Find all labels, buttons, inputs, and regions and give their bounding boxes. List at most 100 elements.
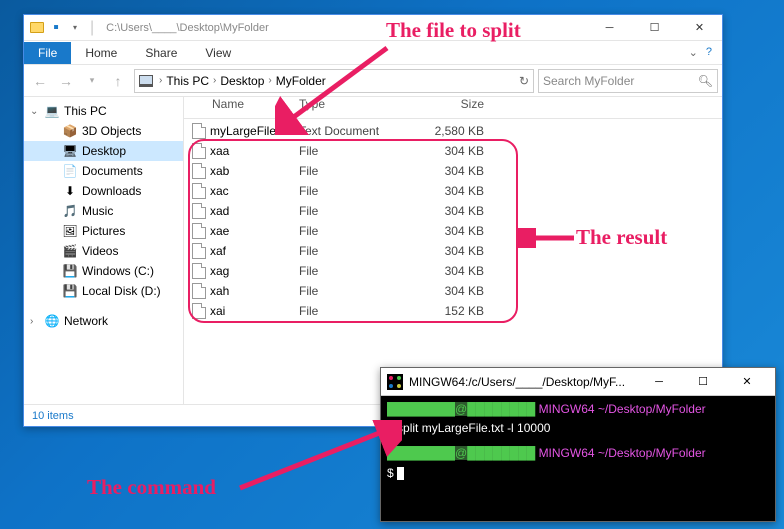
- file-row[interactable]: xacFile304 KB: [184, 181, 722, 201]
- file-type: File: [299, 244, 404, 258]
- file-row[interactable]: xaeFile304 KB: [184, 221, 722, 241]
- tab-share[interactable]: Share: [131, 42, 191, 64]
- sidebar-item-windows-c-[interactable]: 💾 Windows (C:): [24, 261, 183, 281]
- annotation-command: The command: [87, 475, 216, 500]
- file-row[interactable]: xabFile304 KB: [184, 161, 722, 181]
- ribbon-expand-icon[interactable]: ⌄: [689, 46, 698, 59]
- column-header-name[interactable]: Name: [184, 97, 299, 118]
- column-header-size[interactable]: Size: [404, 97, 504, 118]
- breadcrumb-segment[interactable]: MyFolder: [274, 74, 328, 88]
- file-name: xac: [210, 184, 229, 198]
- file-type: File: [299, 264, 404, 278]
- titlebar: ▪ ▾ | C:\Users\____\Desktop\MyFolder ─ ☐…: [24, 15, 722, 41]
- file-size: 304 KB: [404, 144, 504, 158]
- close-button[interactable]: ✕: [677, 15, 722, 41]
- terminal-body[interactable]: ████████@████████ MINGW64 ~/Desktop/MyFo…: [381, 396, 775, 487]
- terminal-title: MINGW64:/c/Users/____/Desktop/MyF...: [409, 375, 625, 389]
- file-type: File: [299, 184, 404, 198]
- terminal-cursor: [397, 467, 404, 480]
- minimize-button[interactable]: ─: [587, 15, 632, 41]
- file-size: 2,580 KB: [404, 124, 504, 138]
- sidebar-item-label: Network: [64, 314, 108, 328]
- ribbon-tabs: File Home Share View ⌄ ?: [24, 41, 722, 65]
- downloads-icon: ⬇: [62, 183, 78, 199]
- file-type: File: [299, 164, 404, 178]
- sidebar-item-local-disk-d-[interactable]: 💾 Local Disk (D:): [24, 281, 183, 301]
- file-name: xad: [210, 204, 229, 218]
- file-row[interactable]: myLargeFileText Document2,580 KB: [184, 121, 722, 141]
- file-size: 304 KB: [404, 264, 504, 278]
- terminal-close-button[interactable]: ✕: [725, 368, 769, 396]
- drive-icon: 💾: [62, 263, 78, 279]
- file-size: 304 KB: [404, 224, 504, 238]
- file-size: 152 KB: [404, 304, 504, 318]
- refresh-icon[interactable]: ↻: [519, 74, 529, 88]
- breadcrumb-segment[interactable]: This PC: [164, 74, 211, 88]
- file-explorer-window: ▪ ▾ | C:\Users\____\Desktop\MyFolder ─ ☐…: [23, 14, 723, 427]
- sidebar-item-label: Local Disk (D:): [82, 284, 161, 298]
- file-row[interactable]: xaaFile304 KB: [184, 141, 722, 161]
- file-icon: [192, 123, 206, 139]
- sidebar-item-label: Windows (C:): [82, 264, 154, 278]
- file-icon: [192, 183, 206, 199]
- search-icon: 🔍︎: [698, 74, 713, 88]
- terminal-maximize-button[interactable]: ☐: [681, 368, 725, 396]
- sidebar-item-label: Desktop: [82, 144, 126, 158]
- sidebar-item-music[interactable]: 🎵Music: [24, 201, 183, 221]
- docs-icon: 📄: [62, 163, 78, 179]
- file-size: 304 KB: [404, 204, 504, 218]
- file-icon: [192, 283, 206, 299]
- tab-view[interactable]: View: [191, 42, 245, 64]
- qat-dropdown-icon[interactable]: ▾: [67, 20, 83, 36]
- file-row[interactable]: xaiFile152 KB: [184, 301, 722, 321]
- file-row[interactable]: xaf File304 KB: [184, 241, 722, 261]
- qat-icon[interactable]: ▪: [48, 20, 64, 36]
- sidebar-item-network[interactable]: ›🌐Network: [24, 311, 183, 331]
- nav-back-button[interactable]: ←: [28, 69, 52, 93]
- file-icon: [192, 143, 206, 159]
- mingw-icon: [387, 374, 403, 390]
- search-input[interactable]: Search MyFolder 🔍︎: [538, 69, 718, 93]
- tab-home[interactable]: Home: [71, 42, 131, 64]
- sidebar-item-label: This PC: [64, 104, 107, 118]
- terminal-titlebar: MINGW64:/c/Users/____/Desktop/MyF... ─ ☐…: [381, 368, 775, 396]
- sidebar-item-documents[interactable]: 📄 Documents: [24, 161, 183, 181]
- file-size: 304 KB: [404, 244, 504, 258]
- terminal-user-host: ████████@████████: [387, 446, 535, 460]
- sidebar-item-desktop[interactable]: 🖥Desktop: [24, 141, 183, 161]
- breadcrumb[interactable]: › This PC › Desktop › MyFolder ↻: [134, 69, 534, 93]
- sidebar-item-label: Documents: [82, 164, 143, 178]
- navbar: ← → ▾ ↑ › This PC › Desktop › MyFolder ↻…: [24, 65, 722, 97]
- help-icon[interactable]: ?: [706, 46, 712, 59]
- pc-icon: 💻: [44, 103, 60, 119]
- terminal-user-host: ████████@████████: [387, 402, 535, 416]
- file-row[interactable]: xagFile304 KB: [184, 261, 722, 281]
- tab-file[interactable]: File: [24, 42, 71, 64]
- sidebar-item-label: Pictures: [82, 224, 125, 238]
- drive-icon: 💾: [62, 283, 78, 299]
- nav-up-button[interactable]: ↑: [106, 69, 130, 93]
- file-type: File: [299, 304, 404, 318]
- maximize-button[interactable]: ☐: [632, 15, 677, 41]
- sidebar-item-3d-objects[interactable]: 📦3D Objects: [24, 121, 183, 141]
- file-row[interactable]: xahFile304 KB: [184, 281, 722, 301]
- terminal-prompt-path: MINGW64 ~/Desktop/MyFolder: [539, 402, 706, 416]
- nav-history-dropdown[interactable]: ▾: [80, 69, 104, 93]
- file-row[interactable]: xadFile304 KB: [184, 201, 722, 221]
- sidebar-item-videos[interactable]: 🎬Videos: [24, 241, 183, 261]
- breadcrumb-segment[interactable]: Desktop: [218, 74, 266, 88]
- file-type: Text Document: [299, 124, 404, 138]
- tree-expand-icon[interactable]: ›: [30, 316, 40, 327]
- file-name: xaf: [210, 244, 226, 258]
- file-name: xaa: [210, 144, 229, 158]
- column-header-type[interactable]: Type: [299, 97, 404, 118]
- sidebar-item-label: Music: [82, 204, 113, 218]
- sidebar-item-downloads[interactable]: ⬇Downloads: [24, 181, 183, 201]
- sidebar: ⌄💻This PC📦3D Objects🖥Desktop📄Documents⬇D…: [24, 97, 184, 404]
- tree-expand-icon[interactable]: ⌄: [30, 106, 40, 117]
- sidebar-item-this-pc[interactable]: ⌄ 💻 This PC: [24, 101, 183, 121]
- sidebar-item-pictures[interactable]: 🖼Pictures: [24, 221, 183, 241]
- terminal-minimize-button[interactable]: ─: [637, 368, 681, 396]
- file-name: xae: [210, 224, 229, 238]
- nav-forward-button[interactable]: →: [54, 69, 78, 93]
